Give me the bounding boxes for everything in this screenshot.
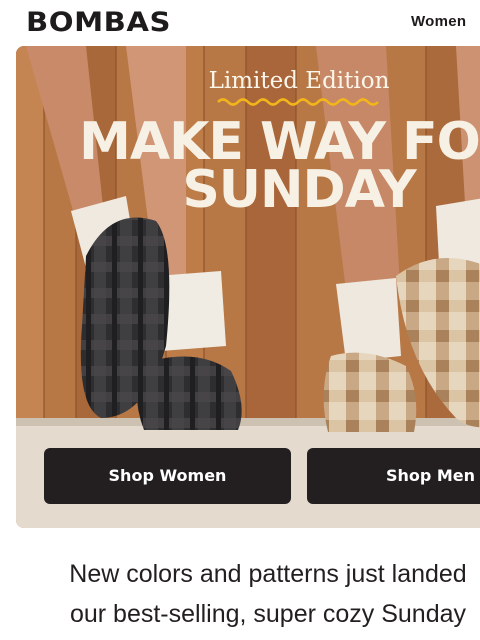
- shop-men-button[interactable]: Shop Men: [307, 448, 480, 504]
- hero-headline-line2: SUNDAY: [182, 160, 416, 220]
- body-text-line1: New colors and patterns just landed: [69, 560, 467, 588]
- nav-link-women[interactable]: Women: [411, 13, 466, 30]
- bombas-logo[interactable]: BOMBAS: [26, 6, 171, 40]
- body-text-line2: our best-selling, super cozy Sunday: [69, 600, 467, 628]
- shop-women-button[interactable]: Shop Women: [44, 448, 291, 504]
- site-header: BOMBAS Women: [0, 0, 480, 46]
- hero-banner[interactable]: Limited Edition MAKE WAY FOR SUNDAY Shop…: [16, 46, 480, 528]
- hero-eyebrow: Limited Edition: [208, 68, 390, 94]
